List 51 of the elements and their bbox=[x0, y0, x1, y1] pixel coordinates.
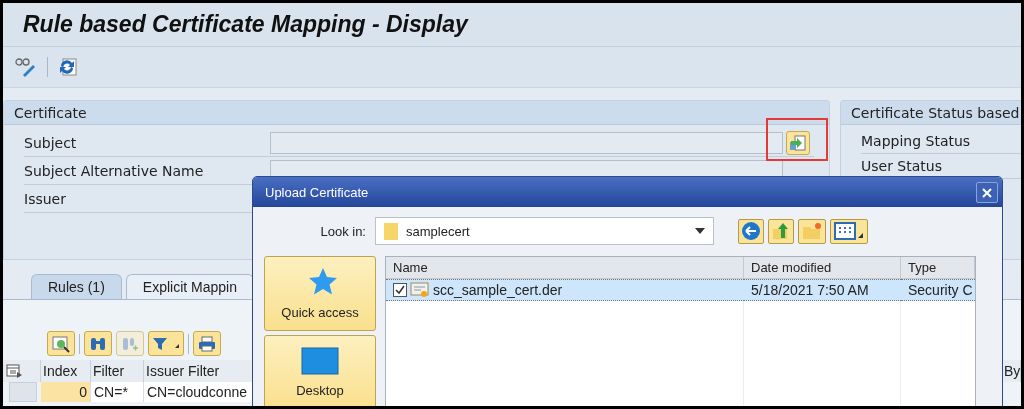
caret-icon bbox=[695, 228, 705, 234]
close-button[interactable] bbox=[976, 182, 998, 203]
new-folder-icon bbox=[801, 221, 823, 241]
panel-title: Certificate Status based bbox=[851, 104, 1020, 121]
view-menu-button[interactable] bbox=[830, 218, 868, 244]
refresh-icon[interactable] bbox=[58, 57, 78, 77]
screen-title: Rule based Certificate Mapping - Display bbox=[23, 11, 468, 38]
column-header: Filter bbox=[91, 360, 144, 382]
file-type: Security C bbox=[901, 279, 975, 301]
field-label: Mapping Status bbox=[861, 133, 972, 149]
field-label: Subject bbox=[24, 134, 78, 151]
back-button[interactable] bbox=[738, 218, 764, 244]
tab[interactable]: Explicit Mappin bbox=[125, 274, 254, 299]
field-label: User Status bbox=[861, 158, 943, 174]
close-icon bbox=[981, 186, 993, 199]
panel-title: Certificate bbox=[14, 104, 87, 121]
column-header[interactable]: Date modified bbox=[744, 257, 901, 279]
details-icon[interactable] bbox=[47, 331, 75, 356]
checkbox[interactable] bbox=[393, 283, 407, 297]
document-arrow-icon bbox=[789, 133, 807, 152]
look-in-label: Look in: bbox=[319, 223, 367, 239]
file-name[interactable]: scc_sample_cert.der bbox=[386, 279, 744, 301]
monitor-icon bbox=[301, 347, 339, 375]
up-folder-button[interactable] bbox=[768, 218, 794, 244]
new-folder-button[interactable] bbox=[798, 218, 826, 244]
table-cell: 0 bbox=[41, 382, 91, 402]
column-header[interactable]: Name bbox=[386, 257, 744, 279]
look-in-dropdown[interactable]: samplecert bbox=[375, 217, 714, 245]
tab[interactable]: Rules (1) bbox=[31, 274, 122, 299]
dialog-title: Upload Certificate bbox=[265, 184, 369, 200]
glasses-pencil-icon[interactable] bbox=[15, 57, 37, 77]
certificate-icon bbox=[410, 281, 430, 299]
column-header[interactable]: Type bbox=[901, 257, 975, 279]
places-item[interactable]: Desktop bbox=[264, 335, 376, 406]
highlight-frame bbox=[766, 118, 828, 161]
file-date: 5/18/2021 7:50 AM bbox=[744, 279, 901, 301]
field-label: Subject Alternative Name bbox=[24, 162, 205, 179]
folder-icon bbox=[384, 222, 398, 240]
folder-up-icon bbox=[771, 221, 791, 241]
places-item[interactable]: Quick access bbox=[264, 256, 376, 331]
upload-button[interactable] bbox=[786, 130, 810, 155]
input-field[interactable] bbox=[270, 131, 783, 154]
filter-icon[interactable] bbox=[148, 331, 184, 356]
print-icon[interactable] bbox=[193, 331, 221, 356]
field-label: Issuer bbox=[24, 190, 67, 207]
column-header: Index bbox=[41, 360, 91, 382]
table-cell: CN=* bbox=[91, 382, 144, 402]
layout-icon[interactable] bbox=[5, 363, 23, 379]
view-grid-icon bbox=[833, 221, 865, 241]
check-icon bbox=[395, 285, 405, 295]
binoculars-icon[interactable] bbox=[84, 331, 112, 356]
